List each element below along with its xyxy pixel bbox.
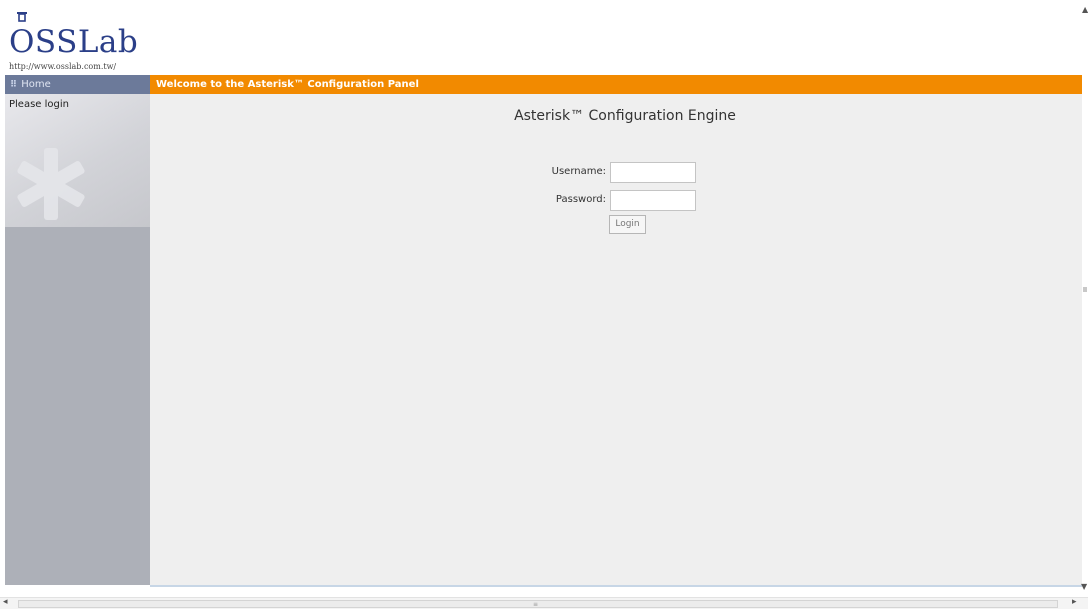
vertical-scrollbar[interactable] [1082,0,1088,609]
main-content: Asterisk™ Configuration Engine Username:… [150,94,1082,585]
page-title: Asterisk™ Configuration Engine [514,108,736,124]
nav-home-label: Home [21,79,51,90]
horizontal-scroll-thumb[interactable]: ≡ [18,600,1058,608]
scroll-grip-icon: ≡ [533,601,539,608]
scroll-right-icon[interactable]: ▸ [1072,597,1077,607]
sidebar: Please login [5,94,150,585]
password-row: Password: [450,190,606,212]
brand-url: http://www.osslab.com.tw/ [9,62,117,71]
horizontal-scrollbar[interactable]: ◂ ≡ ▸ [0,597,1088,609]
username-row: Username: [450,162,606,184]
username-field[interactable] [610,162,696,183]
password-field[interactable] [610,190,696,211]
welcome-banner: Welcome to the Asterisk™ Configuration P… [150,75,1082,94]
password-label: Password: [555,194,606,205]
asterisk-icon [17,148,85,220]
osslab-logo[interactable]: OSSLab http://www.osslab.com.tw/ [5,8,155,72]
brand-name: OSSLab [9,24,139,60]
welcome-text: Welcome to the Asterisk™ Configuration P… [156,79,419,90]
sidebar-top-panel: Please login [5,94,150,227]
content-bottom-border [150,585,1082,587]
username-label: Username: [551,166,606,177]
scroll-left-icon[interactable]: ◂ [3,597,8,607]
vertical-scroll-thumb[interactable] [1083,287,1087,292]
login-note: Please login [9,99,69,110]
scroll-up-icon[interactable]: ▲ [1082,5,1088,14]
login-button[interactable]: Login [609,215,646,234]
scroll-down-icon[interactable]: ▼ [1081,582,1087,591]
nav-home[interactable]: ⠿ Home [5,75,150,94]
grip-icon: ⠿ [10,80,17,90]
